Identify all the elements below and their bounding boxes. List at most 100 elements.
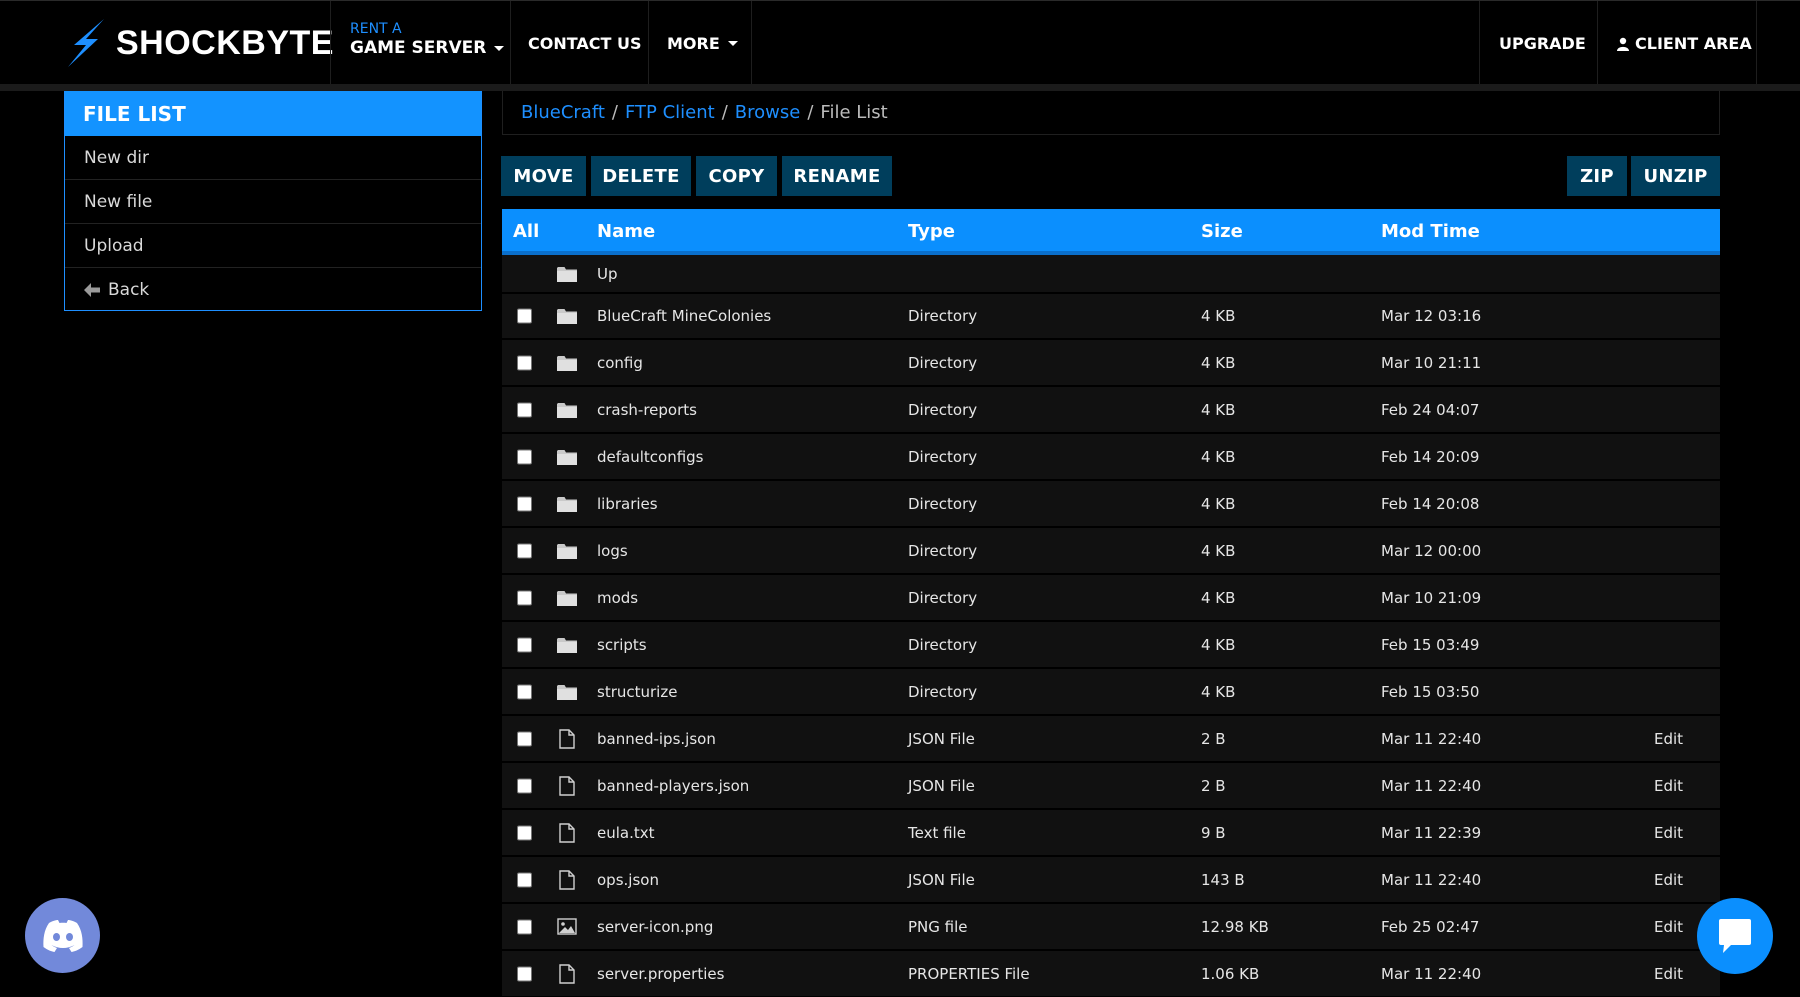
chat-button[interactable] <box>1697 898 1773 974</box>
image-icon <box>556 917 578 937</box>
row-checkbox[interactable] <box>517 308 532 324</box>
folder-icon <box>556 682 578 702</box>
user-icon <box>1617 37 1629 51</box>
unzip-button[interactable]: UNZIP <box>1631 156 1720 196</box>
select-all-header[interactable]: All <box>513 221 539 242</box>
file-name[interactable]: banned-players.json <box>597 777 749 795</box>
file-size: 1.06 KB <box>1201 964 1260 983</box>
table-row[interactable]: crash-reports Directory 4 KB Feb 24 04:07 <box>502 387 1720 434</box>
rent-a-label: RENT A <box>350 21 402 37</box>
row-checkbox[interactable] <box>517 496 532 511</box>
row-checkbox[interactable] <box>517 402 532 417</box>
row-checkbox[interactable] <box>517 966 532 981</box>
table-row[interactable]: config Directory 4 KB Mar 10 21:11 <box>502 340 1720 387</box>
file-size: 12.98 KB <box>1201 917 1269 936</box>
table-row[interactable]: libraries Directory 4 KB Feb 14 20:08 <box>502 481 1720 528</box>
file-name[interactable]: config <box>597 354 643 372</box>
rename-button[interactable]: RENAME <box>782 156 892 196</box>
file-name[interactable]: structurize <box>597 683 677 701</box>
copy-button[interactable]: COPY <box>696 156 777 196</box>
file-name[interactable]: BlueCraft MineColonies <box>597 307 771 325</box>
file-name[interactable]: scripts <box>597 636 647 654</box>
file-mod-time: Mar 12 03:16 <box>1381 307 1482 325</box>
file-list-sidebar: FILE LIST New dir New file Upload Back <box>64 91 482 311</box>
file-size: 4 KB <box>1201 400 1236 419</box>
row-checkbox[interactable] <box>517 590 532 605</box>
file-size: 4 KB <box>1201 353 1236 372</box>
row-checkbox[interactable] <box>517 778 532 793</box>
row-checkbox[interactable] <box>517 731 532 746</box>
file-name[interactable]: banned-ips.json <box>597 730 716 748</box>
table-row[interactable]: mods Directory 4 KB Mar 10 21:09 <box>502 575 1720 622</box>
table-row[interactable]: scripts Directory 4 KB Feb 15 03:49 <box>502 622 1720 669</box>
zip-button[interactable]: ZIP <box>1567 156 1627 196</box>
file-size: 2 B <box>1201 729 1226 748</box>
sidebar-item-new-file[interactable]: New file <box>65 180 481 224</box>
size-column-header[interactable]: Size <box>1201 221 1243 242</box>
file-name[interactable]: defaultconfigs <box>597 448 704 466</box>
table-row[interactable]: eula.txt Text file 9 B Mar 11 22:39 Edit <box>502 810 1720 857</box>
sidebar-item-upload[interactable]: Upload <box>65 224 481 268</box>
sidebar-item-new-dir[interactable]: New dir <box>65 136 481 180</box>
contact-us-link[interactable]: CONTACT US <box>528 34 642 53</box>
sidebar-item-back[interactable]: Back <box>65 268 481 312</box>
type-column-header[interactable]: Type <box>908 221 955 242</box>
breadcrumb-link-browse[interactable]: Browse <box>735 102 801 123</box>
edit-link[interactable]: Edit <box>1654 824 1683 842</box>
table-row[interactable]: logs Directory 4 KB Mar 12 00:00 <box>502 528 1720 575</box>
file-size: 9 B <box>1201 823 1226 842</box>
row-checkbox[interactable] <box>517 919 532 934</box>
table-row[interactable]: banned-players.json JSON File 2 B Mar 11 22… <box>502 763 1720 810</box>
name-column-header[interactable]: Name <box>597 221 655 242</box>
file-rows: BlueCraft MineColonies Directory 4 KB Mar 1… <box>502 294 1720 997</box>
upgrade-link[interactable]: UPGRADE <box>1499 34 1586 53</box>
file-icon <box>556 728 578 749</box>
file-name[interactable]: libraries <box>597 495 658 513</box>
table-row[interactable]: BlueCraft MineColonies Directory 4 KB Mar 1… <box>502 294 1720 340</box>
edit-link[interactable]: Edit <box>1654 777 1683 795</box>
table-row[interactable]: structurize Directory 4 KB Feb 15 03:50 <box>502 669 1720 716</box>
mod-time-column-header[interactable]: Mod Time <box>1381 221 1480 242</box>
row-checkbox[interactable] <box>517 355 532 370</box>
file-name[interactable]: server.properties <box>597 965 724 983</box>
row-checkbox[interactable] <box>517 637 532 652</box>
file-type: Directory <box>908 494 978 513</box>
row-checkbox[interactable] <box>517 449 532 464</box>
breadcrumb-link-ftp-client[interactable]: FTP Client <box>625 102 715 123</box>
table-row[interactable]: banned-ips.json JSON File 2 B Mar 11 22:40 E… <box>502 716 1720 763</box>
file-name[interactable]: ops.json <box>597 871 659 889</box>
rent-game-server-menu[interactable]: RENT A GAME SERVER <box>350 21 505 59</box>
row-checkbox[interactable] <box>517 543 532 558</box>
table-row[interactable]: server-icon.png PNG file 12.98 KB Feb 25 02… <box>502 904 1720 951</box>
table-row[interactable]: defaultconfigs Directory 4 KB Feb 14 20:09 <box>502 434 1720 481</box>
sidebar-item-label: New file <box>84 191 153 212</box>
more-menu[interactable]: MORE <box>667 34 738 53</box>
row-checkbox[interactable] <box>517 825 532 840</box>
file-name[interactable]: server-icon.png <box>597 918 713 936</box>
file-name[interactable]: eula.txt <box>597 824 655 842</box>
file-type: PROPERTIES File <box>908 964 1030 983</box>
file-table: All Name Type Size Mod Time Up BlueCraft… <box>502 209 1720 997</box>
delete-button[interactable]: DELETE <box>591 156 691 196</box>
file-name[interactable]: crash-reports <box>597 401 697 419</box>
edit-link[interactable]: Edit <box>1654 965 1683 983</box>
up-row[interactable]: Up <box>502 255 1720 294</box>
folder-icon <box>556 353 578 373</box>
discord-button[interactable] <box>25 898 100 973</box>
file-name[interactable]: logs <box>597 542 628 560</box>
breadcrumb-separator: / <box>721 102 728 123</box>
client-area-link[interactable]: CLIENT AREA <box>1617 34 1752 53</box>
row-checkbox[interactable] <box>517 872 532 887</box>
edit-link[interactable]: Edit <box>1654 730 1683 748</box>
edit-link[interactable]: Edit <box>1654 918 1683 936</box>
breadcrumb-link-bluecraft[interactable]: BlueCraft <box>521 102 605 123</box>
move-button[interactable]: MOVE <box>501 156 586 196</box>
table-row[interactable]: ops.json JSON File 143 B Mar 11 22:40 Edit <box>502 857 1720 904</box>
file-icon <box>556 822 578 843</box>
edit-link[interactable]: Edit <box>1654 871 1683 889</box>
shockbyte-logo[interactable]: SHOCKBYTE <box>64 19 334 67</box>
file-name[interactable]: mods <box>597 589 638 607</box>
table-row[interactable]: server.properties PROPERTIES File 1.06 KB M… <box>502 951 1720 997</box>
row-checkbox[interactable] <box>517 684 532 699</box>
game-server-label: GAME SERVER <box>350 38 487 58</box>
